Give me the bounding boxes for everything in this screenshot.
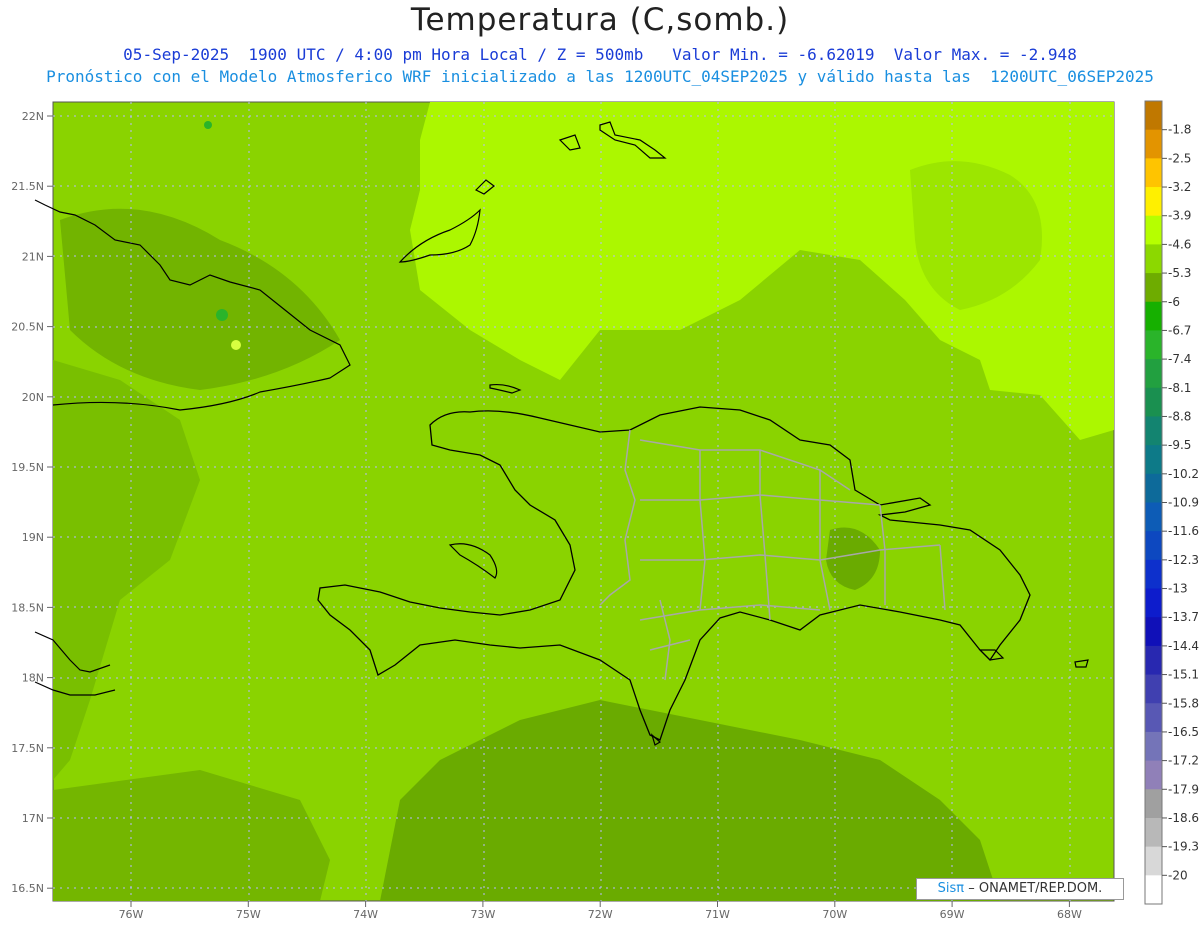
- warm-spot-1: [231, 340, 241, 350]
- colorbar-swatch: [1145, 387, 1162, 417]
- lat-label: 18N: [22, 672, 44, 685]
- lon-label: 74W: [353, 908, 378, 921]
- lon-label: 76W: [119, 908, 144, 921]
- colorbar-label: -10.2: [1168, 467, 1199, 481]
- lat-label: 20N: [22, 391, 44, 404]
- colorbar-label: -13.7: [1168, 610, 1199, 624]
- colorbar-label: -6: [1168, 295, 1180, 309]
- colorbar-label: -17.2: [1168, 754, 1199, 768]
- lon-label: 73W: [470, 908, 495, 921]
- lat-label: 17N: [22, 812, 44, 825]
- colorbar-label: -1.8: [1168, 123, 1191, 137]
- colorbar-swatch: [1145, 101, 1162, 131]
- colorbar-label: -7.4: [1168, 352, 1191, 366]
- colorbar-label: -12.3: [1168, 553, 1199, 567]
- lat-label: 16.5N: [11, 882, 44, 895]
- colorbar-label: -10.9: [1168, 496, 1199, 510]
- colorbar-label: -17.9: [1168, 782, 1199, 796]
- colorbar-swatch: [1145, 473, 1162, 503]
- colorbar-swatch: [1145, 416, 1162, 446]
- lat-label: 18.5N: [11, 601, 44, 614]
- colorbar-label: -3.9: [1168, 209, 1191, 223]
- colorbar-swatch: [1145, 359, 1162, 389]
- colorbar-swatch: [1145, 559, 1162, 590]
- colorbar-swatch: [1145, 531, 1162, 561]
- lat-label: 21N: [22, 250, 44, 263]
- colorbar-swatch: [1145, 703, 1162, 733]
- lat-label: 21.5N: [11, 180, 44, 193]
- colorbar-label: -11.6: [1168, 524, 1199, 538]
- colorbar-label: -8.8: [1168, 409, 1191, 423]
- colorbar-swatch: [1145, 273, 1162, 303]
- colorbar-swatch: [1145, 846, 1162, 876]
- lat-label: 17.5N: [11, 742, 44, 755]
- colorbar-swatch: [1145, 588, 1162, 618]
- colorbar-swatch: [1145, 215, 1162, 245]
- colorbar-label: -9.5: [1168, 438, 1191, 452]
- colorbar-swatch: [1145, 445, 1162, 475]
- lon-label: 68W: [1057, 908, 1082, 921]
- colorbar-swatch: [1145, 674, 1162, 704]
- colorbar-label: -6.7: [1168, 323, 1191, 337]
- colorbar-label: -19.3: [1168, 840, 1199, 854]
- lon-label: 70W: [822, 908, 847, 921]
- lon-label: 71W: [705, 908, 730, 921]
- colorbar-label: -5.3: [1168, 266, 1191, 280]
- colorbar-swatch: [1145, 645, 1162, 676]
- lat-label: 19.5N: [11, 461, 44, 474]
- cool-spot-1: [204, 121, 212, 129]
- colorbar-label: -3.2: [1168, 180, 1191, 194]
- lon-label: 72W: [588, 908, 613, 921]
- colorbar-swatch: [1145, 731, 1162, 762]
- colorbar-swatch: [1145, 330, 1162, 360]
- lat-label: 22N: [22, 110, 44, 123]
- colorbar-label: -4.6: [1168, 237, 1191, 251]
- latitude-labels: 22N 21.5N 21N 20.5N 20N 19.5N 19N 18.5N 18N 17.5N…: [11, 110, 53, 895]
- longitude-labels: 76W 75W 74W 73W 72W 71W 70W 69W 68W: [119, 901, 1082, 921]
- lon-label: 75W: [236, 908, 261, 921]
- colorbar-swatch: [1145, 244, 1162, 274]
- colorbar-label: -16.5: [1168, 725, 1199, 739]
- colorbar: -1.8 -2.5 -3.2 -3.9 -4.6 -5.3 -6 -6.7 -7.4 -8.1 -8…: [1144, 100, 1199, 905]
- colorbar-label: -20: [1168, 868, 1188, 882]
- colorbar-label: -14.4: [1168, 639, 1199, 653]
- colorbar-label: -2.5: [1168, 151, 1191, 165]
- credit-box: Sisπ – ONAMET/REP.DOM.: [916, 878, 1124, 900]
- colorbar-label: -8.1: [1168, 381, 1191, 395]
- colorbar-swatch: [1145, 301, 1162, 331]
- colorbar-swatch: [1145, 158, 1162, 188]
- colorbar-swatch: [1145, 129, 1162, 159]
- map-figure: 22N 21.5N 21N 20.5N 20N 19.5N 19N 18.5N 18N 17.5N…: [11, 100, 1199, 921]
- colorbar-label: -15.8: [1168, 696, 1199, 710]
- colorbar-swatch: [1145, 617, 1162, 647]
- colorbar-label: -18.6: [1168, 811, 1199, 825]
- colorbar-swatch: [1145, 817, 1162, 848]
- sispi-logo: Sisπ: [937, 881, 965, 896]
- colorbar-label: -15.1: [1168, 668, 1199, 682]
- colorbar-label: -13: [1168, 582, 1188, 596]
- lon-label: 69W: [940, 908, 965, 921]
- lat-label: 20.5N: [11, 321, 44, 334]
- colorbar-swatch: [1145, 502, 1162, 532]
- map-panel: [34, 101, 1115, 902]
- lat-label: 19N: [22, 531, 44, 544]
- credit-text: – ONAMET/REP.DOM.: [968, 881, 1103, 896]
- colorbar-swatch: [1145, 875, 1162, 905]
- cool-spot-2: [216, 309, 228, 321]
- colorbar-swatch: [1145, 187, 1162, 217]
- colorbar-swatch: [1145, 760, 1162, 790]
- colorbar-swatch: [1145, 789, 1162, 819]
